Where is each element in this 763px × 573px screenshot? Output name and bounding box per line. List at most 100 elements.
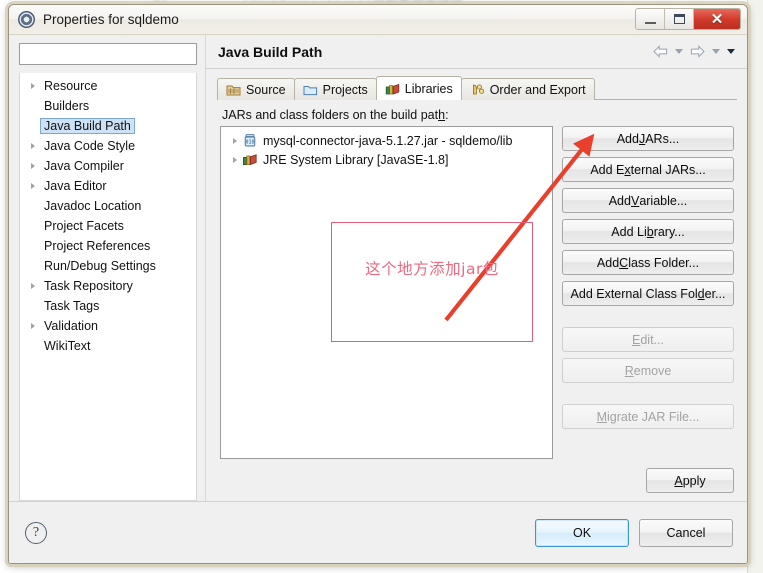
expand-twisty-icon[interactable] bbox=[26, 143, 40, 149]
eclipse-properties-icon bbox=[18, 11, 35, 28]
button-group-separator bbox=[562, 312, 734, 321]
tab-label: Order and Export bbox=[489, 82, 586, 97]
tab-label: Source bbox=[246, 82, 286, 97]
projects-icon bbox=[303, 83, 318, 96]
add-external-jars-button[interactable]: Add Ex ternal JARs... bbox=[562, 157, 734, 182]
btn-pre: Add E bbox=[590, 162, 625, 177]
sidebar-item-project-facets[interactable]: Project Facets bbox=[20, 216, 196, 236]
tab-projects[interactable]: Projects bbox=[293, 78, 377, 100]
btn-mnemonic: A bbox=[674, 473, 683, 488]
forward-arrow-icon[interactable] bbox=[690, 45, 705, 58]
back-arrow-icon[interactable] bbox=[653, 45, 668, 58]
close-button[interactable]: ✕ bbox=[694, 9, 740, 29]
filter-input[interactable] bbox=[19, 43, 197, 65]
minimize-icon bbox=[644, 21, 656, 24]
settings-tree[interactable]: Resource Builders Java Build Path Java C… bbox=[19, 73, 197, 501]
expand-twisty-icon[interactable] bbox=[26, 83, 40, 89]
sidebar-item-wikitext[interactable]: WikiText bbox=[20, 336, 196, 356]
expand-twisty-icon[interactable] bbox=[26, 183, 40, 189]
build-path-tabs: Source Projects Libraries Order and Expo… bbox=[217, 76, 737, 100]
expand-twisty-icon[interactable] bbox=[228, 156, 242, 163]
sidebar-item-label: Builders bbox=[44, 99, 90, 113]
add-library-button[interactable]: Add Li b rary... bbox=[562, 219, 734, 244]
apply-row: Apply bbox=[217, 459, 737, 501]
sidebar-item-label: Project Facets bbox=[44, 219, 124, 233]
settings-page: Java Build Path Source Projects Librarie… bbox=[205, 35, 747, 501]
sidebar-item-task-tags[interactable]: Task Tags bbox=[20, 296, 196, 316]
add-variable-button[interactable]: Add Variable... bbox=[562, 188, 734, 213]
sidebar-item-project-references[interactable]: Project References bbox=[20, 236, 196, 256]
tab-label: Libraries bbox=[404, 81, 453, 96]
tab-libraries[interactable]: Libraries bbox=[375, 76, 462, 100]
order-export-icon bbox=[470, 83, 485, 96]
view-menu-caret[interactable] bbox=[727, 49, 735, 54]
close-icon: ✕ bbox=[710, 10, 724, 28]
forward-history-caret[interactable] bbox=[712, 49, 720, 54]
sidebar-item-java-code-style[interactable]: Java Code Style bbox=[20, 136, 196, 156]
tab-order-and-export[interactable]: Order and Export bbox=[460, 78, 595, 100]
btn-post: pply bbox=[682, 473, 706, 488]
list-item[interactable]: 010 mysql-connector-java-5.1.27.jar - sq… bbox=[221, 131, 552, 150]
sidebar-item-label: Resource bbox=[44, 79, 98, 93]
sidebar-item-run-debug-settings[interactable]: Run/Debug Settings bbox=[20, 256, 196, 276]
list-item[interactable]: JRE System Library [JavaSE-1.8] bbox=[221, 150, 552, 169]
sidebar-item-label: Java Editor bbox=[44, 179, 107, 193]
expand-twisty-icon[interactable] bbox=[26, 283, 40, 289]
libraries-icon bbox=[385, 82, 400, 95]
btn-post: ARs... bbox=[645, 131, 680, 146]
source-folder-icon bbox=[226, 83, 241, 96]
btn-mnemonic: R bbox=[624, 363, 634, 378]
migrate-jar-file-button[interactable]: Migrate JAR File... bbox=[562, 404, 734, 429]
sidebar-item-label: Validation bbox=[44, 319, 98, 333]
add-jars-button[interactable]: Add J ARs... bbox=[562, 126, 734, 151]
add-external-class-folder-button[interactable]: Add External Class Fol d er... bbox=[562, 281, 734, 306]
btn-pre: Add bbox=[616, 131, 639, 146]
expand-twisty-icon[interactable] bbox=[26, 323, 40, 329]
sidebar-item-label: Javadoc Location bbox=[44, 199, 142, 213]
btn-post: emove bbox=[633, 363, 672, 378]
caption-pre: JARs and class folders on the build pat bbox=[222, 108, 439, 122]
sidebar-item-java-compiler[interactable]: Java Compiler bbox=[20, 156, 196, 176]
back-history-caret[interactable] bbox=[675, 49, 683, 54]
jar-icon: 010 bbox=[242, 133, 258, 148]
jar-list[interactable]: 010 mysql-connector-java-5.1.27.jar - sq… bbox=[220, 126, 553, 459]
btn-post: ariable... bbox=[639, 193, 688, 208]
edit-button[interactable]: Edit... bbox=[562, 327, 734, 352]
svg-text:010: 010 bbox=[245, 140, 254, 146]
add-class-folder-button[interactable]: Add Class Folder... bbox=[562, 250, 734, 275]
minimize-button[interactable] bbox=[636, 9, 665, 29]
cancel-button[interactable]: Cancel bbox=[639, 518, 733, 547]
sidebar-item-validation[interactable]: Validation bbox=[20, 316, 196, 336]
sidebar-item-resource[interactable]: Resource bbox=[20, 76, 196, 96]
sidebar-item-label: Task Repository bbox=[44, 279, 133, 293]
restore-button[interactable] bbox=[665, 9, 694, 29]
btn-mnemonic: d bbox=[697, 286, 705, 301]
sidebar-item-builders[interactable]: Builders bbox=[20, 96, 196, 116]
sidebar-item-java-editor[interactable]: Java Editor bbox=[20, 176, 196, 196]
btn-pre: Add External Class Fol bbox=[570, 286, 698, 301]
remove-button[interactable]: Remove bbox=[562, 358, 734, 383]
sidebar-item-task-repository[interactable]: Task Repository bbox=[20, 276, 196, 296]
help-icon[interactable]: ? bbox=[25, 521, 47, 544]
libraries-tab-panel: JARs and class folders on the build path… bbox=[217, 99, 737, 459]
footer-buttons: OK Cancel bbox=[535, 518, 733, 547]
sidebar-item-java-build-path[interactable]: Java Build Path bbox=[20, 116, 196, 136]
tab-source[interactable]: Source bbox=[217, 78, 295, 100]
sidebar-item-label: Java Build Path bbox=[40, 118, 135, 134]
page-nav-tools bbox=[653, 45, 741, 58]
dialog-title: Properties for sqldemo bbox=[43, 12, 179, 27]
expand-twisty-icon[interactable] bbox=[228, 137, 242, 144]
ok-button[interactable]: OK bbox=[535, 518, 629, 547]
expand-twisty-icon[interactable] bbox=[26, 163, 40, 169]
sidebar-item-label: Run/Debug Settings bbox=[44, 259, 156, 273]
btn-post: lass Folder... bbox=[628, 255, 700, 270]
sidebar-item-javadoc-location[interactable]: Javadoc Location bbox=[20, 196, 196, 216]
backdrop-scroll-strip bbox=[747, 0, 763, 573]
jre-library-icon bbox=[242, 152, 258, 167]
caption-post: : bbox=[445, 108, 449, 122]
restore-icon bbox=[673, 14, 685, 24]
apply-button[interactable]: Apply bbox=[646, 468, 734, 493]
button-group-separator bbox=[562, 389, 734, 398]
sidebar-item-label: Java Code Style bbox=[44, 139, 136, 153]
jar-list-caption: JARs and class folders on the build path… bbox=[222, 108, 734, 122]
